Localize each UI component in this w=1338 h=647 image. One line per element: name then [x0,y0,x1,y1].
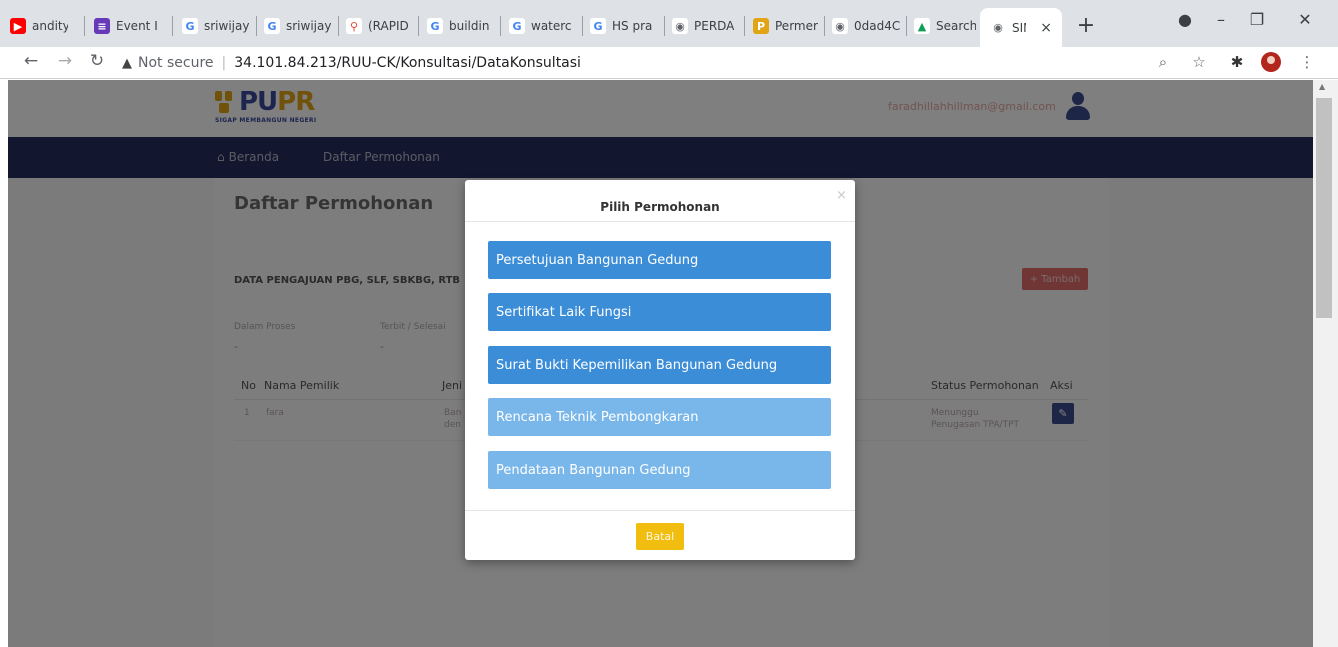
scrollbar-thumb[interactable] [1316,98,1332,318]
close-tab-icon[interactable]: × [1040,20,1052,36]
tab-divider [744,16,745,36]
pupr-icon: P [753,18,769,34]
tab-label: andity [32,19,68,33]
tab-label: sriwijay [204,19,250,33]
google-icon: G [182,18,198,34]
menu-dots-icon[interactable]: ⋮ [1296,53,1318,71]
google-icon: G [264,18,280,34]
extensions-icon[interactable]: ✱ [1226,53,1248,71]
tab-divider [338,16,339,36]
bookmark-star-icon[interactable]: ☆ [1188,53,1210,71]
google-icon: G [590,18,606,34]
tab-label: Search [936,19,976,33]
option-persetujuan-bangunan-gedung[interactable]: Persetujuan Bangunan Gedung [488,241,831,279]
address-bar[interactable]: ▲ Not secure | 34.101.84.213/RUU-CK/Kons… [122,50,1312,76]
drive-icon: ▲ [914,18,930,34]
dialog-footer-divider [465,510,855,511]
tab-label: buildin [449,19,490,33]
tab-label: sriwijay [286,19,332,33]
maps-icon: ⚲ [346,18,362,34]
scroll-up-icon[interactable]: ▲ [1319,82,1325,91]
dialog-title: Pilih Permohonan [600,200,720,214]
reload-icon[interactable]: ↻ [86,51,108,71]
tab-active-sin[interactable]: ◉ SIN × [980,8,1062,47]
tab-divider [256,16,257,36]
back-icon[interactable]: ← [20,51,42,71]
zoom-icon[interactable]: ⌕ [1152,53,1174,71]
page-viewport: PUPR SIGAP MEMBANGUN NEGERI faradhillahh… [8,80,1313,647]
tab-sriwijaya-2[interactable]: G sriwijay [264,12,332,40]
tab-water[interactable]: G waterc [509,12,577,40]
tab-building[interactable]: G buildin [427,12,495,40]
tab-sriwijaya-1[interactable]: G sriwijay [182,12,250,40]
tab-label: HS pra [612,19,653,33]
new-tab-button[interactable]: + [1074,13,1098,38]
google-icon: G [427,18,443,34]
batal-button[interactable]: Batal [636,523,684,550]
browser-toolbar: ← → ↻ ▲ Not secure | 34.101.84.213/RUU-C… [0,47,1338,79]
tab-divider [84,16,85,36]
globe-icon: ◉ [672,18,688,34]
option-surat-bukti-kepemilikan[interactable]: Surat Bukti Kepemilikan Bangunan Gedung [488,346,831,384]
forward-icon[interactable]: → [54,51,76,71]
url-text: 34.101.84.213/RUU-CK/Konsultasi/DataKons… [234,55,581,71]
restore-icon[interactable]: ❐ [1242,10,1272,29]
not-secure-label: Not secure [138,55,214,71]
google-icon: G [509,18,525,34]
tab-permen[interactable]: P Permer [753,12,819,40]
tab-rapid[interactable]: ⚲ (RAPID [346,12,412,40]
tab-search[interactable]: ▲ Search [914,12,976,40]
tab-label: SIN [1012,20,1026,35]
browser-tab-strip: ▶ andity ≡ Event I G sriwijay G sriwijay… [0,0,1338,47]
tab-label: (RAPID [368,19,409,33]
option-sertifikat-laik-fungsi[interactable]: Sertifikat Laik Fungsi [488,293,831,331]
profile-avatar-icon[interactable] [1261,52,1281,72]
close-window-icon[interactable]: ✕ [1290,10,1320,29]
youtube-icon: ▶ [10,18,26,34]
tab-divider [906,16,907,36]
globe-icon: ◉ [990,19,1006,36]
close-icon[interactable]: × [836,188,847,203]
tab-divider [172,16,173,36]
tab-event[interactable]: ≡ Event I [94,12,168,40]
tab-divider [500,16,501,36]
option-rencana-teknik-pembongkaran[interactable]: Rencana Teknik Pembongkaran [488,398,831,436]
tab-divider [824,16,825,36]
minimize-icon[interactable]: – [1206,10,1236,29]
dialog-divider [465,221,855,222]
globe-icon: ◉ [832,18,848,34]
tab-divider [582,16,583,36]
warning-icon: ▲ [122,55,132,71]
tab-divider [418,16,419,36]
tab-0dad[interactable]: ◉ 0dad4C [832,12,900,40]
tab-label: PERDA [694,19,735,33]
address-divider: | [221,55,227,71]
tab-youtube[interactable]: ▶ andity [10,12,68,40]
pilih-permohonan-dialog: Pilih Permohonan × Persetujuan Bangunan … [465,180,855,560]
forms-icon: ≡ [94,18,110,34]
tab-perda[interactable]: ◉ PERDA [672,12,738,40]
tab-label: waterc [531,19,572,33]
tab-label: Event I [116,19,158,33]
tab-hs[interactable]: G HS pra [590,12,658,40]
tab-divider [664,16,665,36]
option-pendataan-bangunan-gedung[interactable]: Pendataan Bangunan Gedung [488,451,831,489]
tab-search-icon[interactable]: ● [1170,10,1200,29]
tab-label: Permer [775,19,818,33]
tab-label: 0dad4C [854,19,900,33]
